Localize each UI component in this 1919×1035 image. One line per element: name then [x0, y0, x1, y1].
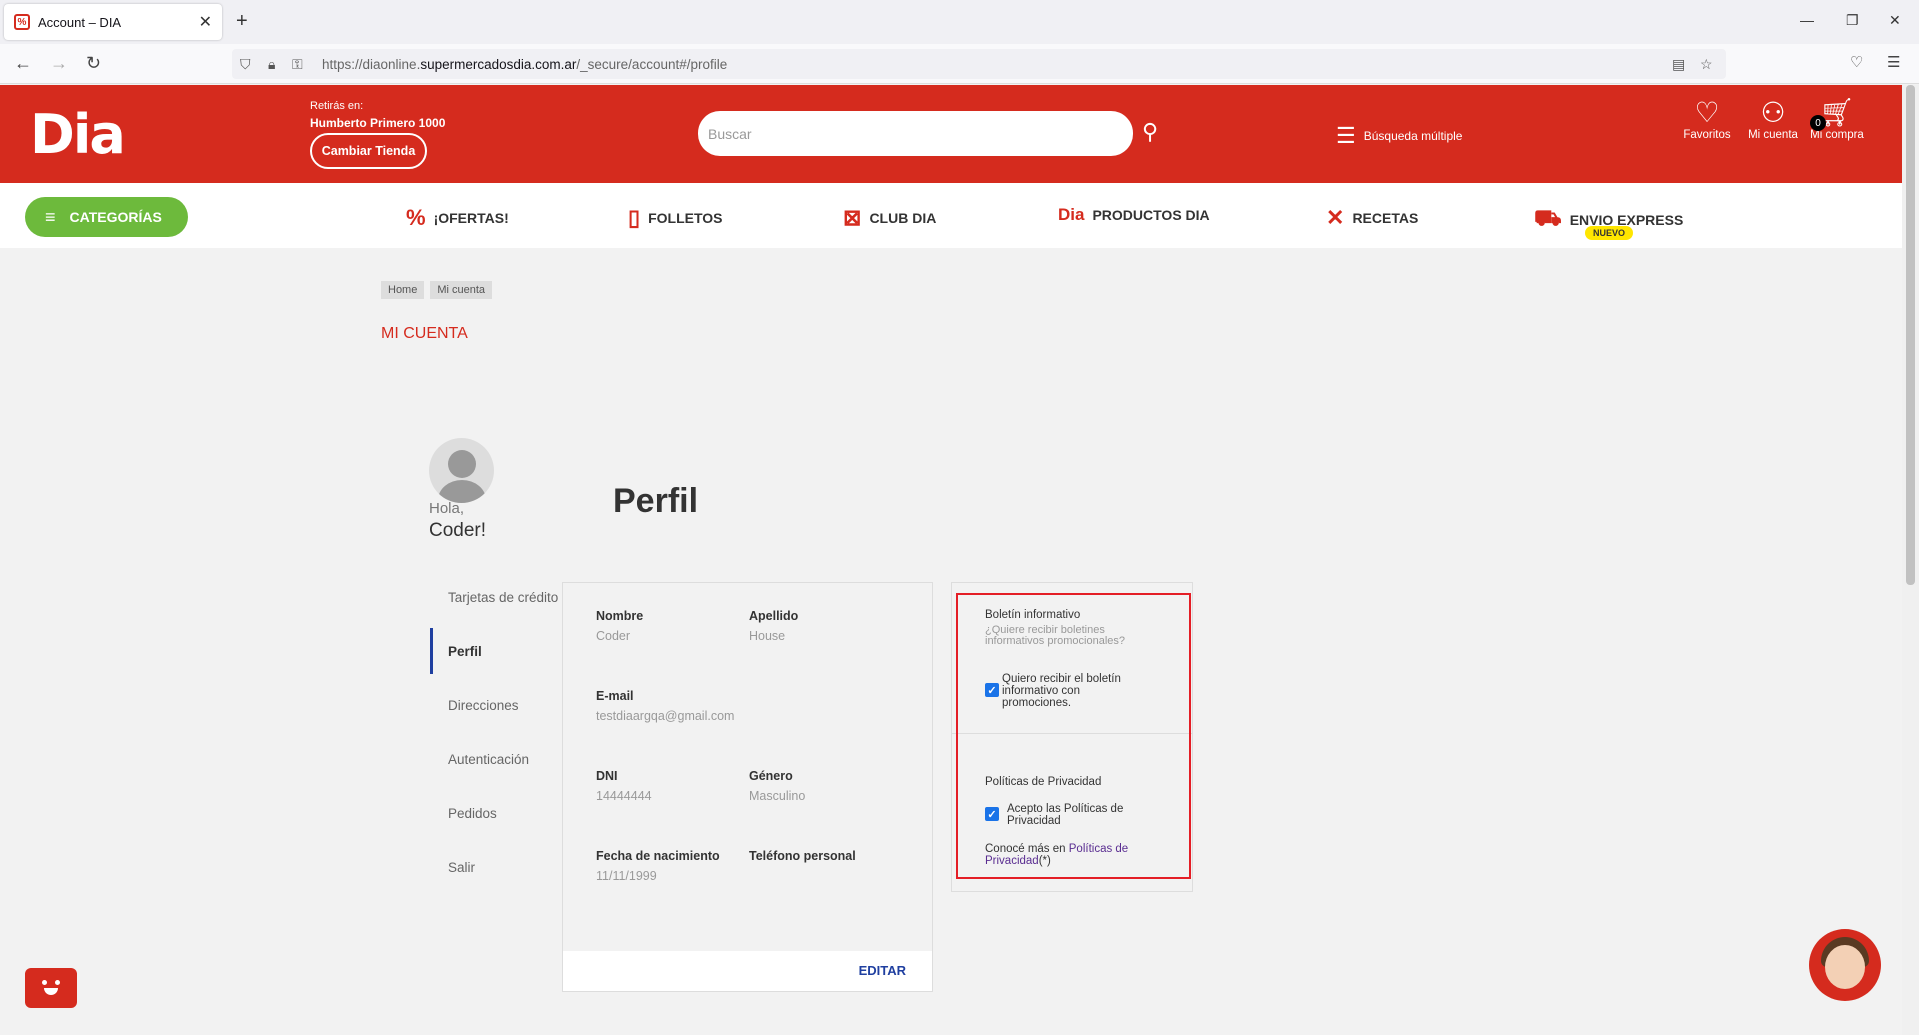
surname-label: Apellido [749, 609, 799, 623]
cart-count-badge: 0 [1810, 115, 1826, 131]
dni-label: DNI [596, 769, 618, 783]
menu-recipes-label: RECETAS [1352, 210, 1419, 226]
birth-label: Fecha de nacimiento [596, 849, 720, 863]
page-title: MI CUENTA [381, 325, 468, 342]
phone-label: Teléfono personal [749, 849, 856, 863]
percent-icon: % [406, 205, 426, 230]
close-window-icon[interactable]: ✕ [1889, 12, 1901, 29]
minimize-icon[interactable]: — [1800, 12, 1814, 28]
forward-icon[interactable]: → [50, 53, 68, 74]
url-path: /_secure/account#/profile [576, 56, 728, 72]
account-button[interactable]: ⚇ Mi cuenta [1738, 97, 1808, 141]
change-store-button[interactable]: Cambiar Tienda [310, 133, 427, 169]
name-label: Nombre [596, 609, 644, 623]
side-item-authentication[interactable]: Autenticación [430, 752, 529, 767]
menu-offers[interactable]: % ¡OFERTAS! [406, 205, 509, 231]
new-badge: NUEVO [1585, 226, 1634, 240]
menu-products-dia[interactable]: Dia PRODUCTOS DIA [1058, 205, 1210, 225]
close-tab-icon[interactable]: ✕ [199, 12, 212, 32]
menu-recipes[interactable]: ✕ RECETAS [1326, 205, 1418, 231]
store-label: Retirás en: [310, 100, 364, 112]
user-name: Coder! [429, 520, 487, 541]
menu-products-label: PRODUCTOS DIA [1092, 207, 1210, 223]
flyer-icon: ▯ [628, 205, 641, 230]
side-item-orders[interactable]: Pedidos [430, 806, 497, 821]
breadcrumb: Home Mi cuenta [381, 281, 498, 299]
reload-icon[interactable]: ↻ [86, 53, 101, 74]
account-label: Mi cuenta [1748, 129, 1798, 141]
site-header: Dia Retirás en: Humberto Primero 1000 Ca… [0, 85, 1902, 183]
back-icon[interactable]: ← [14, 53, 32, 74]
store-name: Humberto Primero 1000 [310, 116, 446, 130]
chat-bot-button[interactable] [25, 968, 77, 1008]
email-label: E-mail [596, 689, 634, 703]
club-icon: ⊠ [843, 205, 862, 230]
hamburger-icon: ≡ [45, 206, 56, 227]
browser-nav-bar: ← → ↻ ⛉ 🔒︎ ⚿ https://diaonline. supermerc… [0, 44, 1919, 84]
dia-mini-logo: Dia [1058, 205, 1085, 224]
url-prefix: https://diaonline. [322, 56, 421, 72]
dia-logo[interactable]: Dia [30, 103, 126, 166]
avatar [429, 438, 494, 503]
dni-value: 14444444 [596, 789, 652, 803]
search-input[interactable] [698, 111, 1133, 156]
lock-icon[interactable]: 🔒︎ [268, 56, 275, 73]
email-value: testdiaargqa@gmail.com [596, 709, 735, 723]
star-icon[interactable]: ☆ [1700, 56, 1713, 73]
assistant-avatar-button[interactable] [1809, 929, 1881, 1001]
scroll-thumb[interactable] [1906, 85, 1915, 585]
multi-search-button[interactable]: ☰ Búsqueda múltiple [1336, 123, 1462, 149]
new-tab-icon[interactable]: + [236, 10, 248, 33]
fork-knife-icon: ✕ [1326, 205, 1345, 230]
menu-club-dia[interactable]: ⊠ CLUB DIA [843, 205, 936, 231]
heart-icon: ♡ [1694, 97, 1720, 128]
multi-search-icon: ☰ [1336, 123, 1356, 148]
key-icon[interactable]: ⚿ [292, 56, 303, 73]
menu-flyers-label: FOLLETOS [648, 210, 723, 226]
birth-value: 11/11/1999 [596, 869, 657, 883]
side-item-credit-cards[interactable]: Tarjetas de crédito [430, 590, 558, 605]
search-icon[interactable]: ⚲ [1142, 119, 1158, 145]
breadcrumb-account[interactable]: Mi cuenta [430, 281, 493, 299]
browser-tab[interactable]: % Account – DIA ✕ [4, 4, 222, 40]
edit-button[interactable]: EDITAR [859, 963, 906, 978]
reader-icon[interactable]: ▤ [1672, 56, 1685, 73]
browser-tab-bar: % Account – DIA ✕ + — ❐ ✕ [0, 0, 1919, 44]
profile-card-footer: EDITAR [563, 951, 932, 991]
url-bar[interactable]: ⛉ 🔒︎ ⚿ https://diaonline. supermercadosdi… [232, 49, 1726, 79]
url-domain: supermercadosdia.com.ar [420, 56, 577, 72]
dia-favicon-icon: % [14, 14, 30, 30]
menu-icon[interactable]: ☰ [1887, 53, 1900, 71]
categories-button[interactable]: ≡ CATEGORÍAS [25, 197, 188, 237]
tab-title: Account – DIA [38, 14, 122, 30]
cart-button[interactable]: 🛒︎ 0 Mi compra [1802, 97, 1872, 141]
menu-offers-label: ¡OFERTAS! [433, 210, 509, 226]
side-item-addresses[interactable]: Direcciones [430, 698, 519, 713]
pocket-icon[interactable]: ♡ [1850, 53, 1863, 71]
categories-label: CATEGORÍAS [69, 209, 162, 225]
shield-icon[interactable]: ⛉ [240, 56, 251, 73]
page-scrollbar[interactable] [1902, 85, 1919, 1035]
scooter-icon: ⛟ [1534, 205, 1562, 230]
menu-flyers[interactable]: ▯ FOLLETOS [628, 205, 723, 231]
user-icon: ⚇ [1760, 97, 1786, 128]
profile-heading: Perfil [613, 482, 699, 520]
gender-label: Género [749, 769, 793, 783]
restore-icon[interactable]: ❐ [1846, 12, 1859, 29]
gender-value: Masculino [749, 789, 806, 803]
highlight-box [956, 593, 1191, 879]
breadcrumb-home[interactable]: Home [381, 281, 425, 299]
greeting: Hola, [429, 500, 465, 517]
profile-card: Nombre Coder Apellido House E-mail testd… [562, 582, 933, 992]
favorites-button[interactable]: ♡ Favoritos [1672, 97, 1742, 141]
name-value: Coder [596, 629, 631, 643]
surname-value: House [749, 629, 786, 643]
side-item-profile[interactable]: Perfil [430, 644, 482, 659]
multi-search-label: Búsqueda múltiple [1363, 129, 1463, 143]
menu-club-label: CLUB DIA [869, 210, 937, 226]
favorites-label: Favoritos [1683, 129, 1731, 141]
side-item-logout[interactable]: Salir [430, 860, 475, 875]
